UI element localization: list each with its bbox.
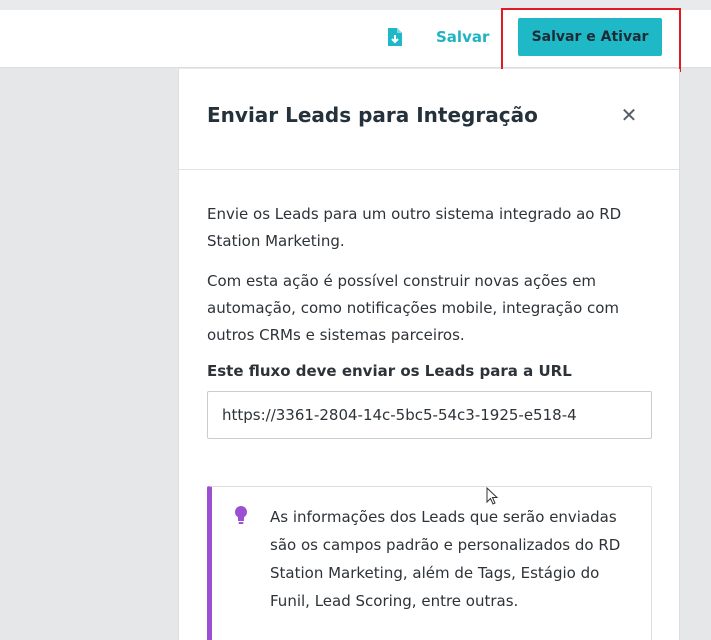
info-text: As informações dos Leads que serão envia… bbox=[270, 508, 621, 610]
mouse-cursor-icon bbox=[486, 486, 500, 507]
close-icon[interactable]: ✕ bbox=[617, 103, 641, 127]
top-strip bbox=[0, 0, 711, 10]
panel-header: Enviar Leads para Integração ✕ bbox=[179, 69, 679, 170]
integration-side-panel: Enviar Leads para Integração ✕ Envie os … bbox=[178, 69, 680, 640]
save-and-activate-button[interactable]: Salvar e Ativar bbox=[518, 18, 662, 56]
info-callout: As informações dos Leads que serão envia… bbox=[207, 486, 652, 640]
panel-title: Enviar Leads para Integração bbox=[207, 103, 538, 127]
save-button[interactable]: Salvar bbox=[436, 26, 489, 48]
description-paragraph-1: Envie os Leads para um outro sistema int… bbox=[207, 205, 622, 250]
top-bar: Salvar Salvar e Ativar bbox=[0, 0, 711, 72]
url-input[interactable] bbox=[207, 391, 652, 439]
description-paragraph-2: Com esta ação é possível construir novas… bbox=[207, 272, 620, 344]
panel-body: Envie os Leads para um outro sistema int… bbox=[207, 201, 653, 439]
lightbulb-icon bbox=[234, 505, 248, 527]
file-download-icon[interactable] bbox=[386, 26, 404, 48]
url-field-label: Este fluxo deve enviar os Leads para a U… bbox=[207, 362, 572, 380]
